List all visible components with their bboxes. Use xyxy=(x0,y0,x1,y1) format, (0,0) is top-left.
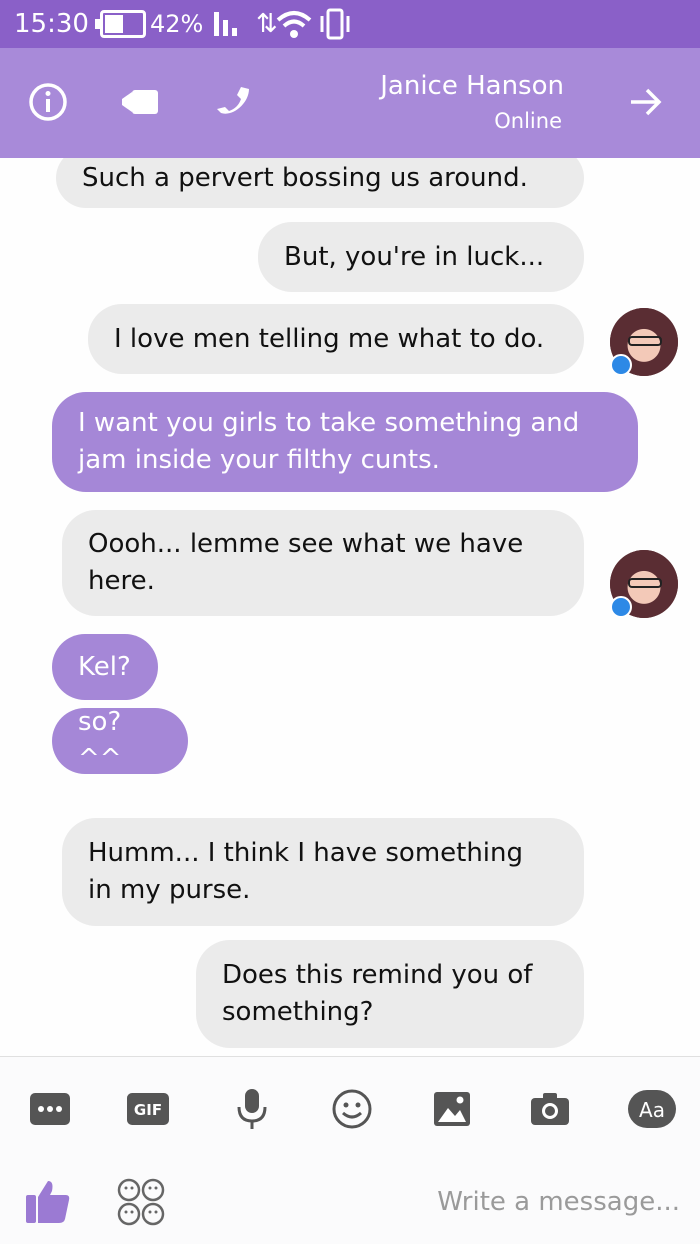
message-text: I love men telling me what to do. xyxy=(114,323,545,354)
gallery-icon xyxy=(434,1092,470,1126)
composer-toolbar: GIF Aa xyxy=(0,1056,700,1244)
signal-icon xyxy=(214,12,237,36)
camera-button[interactable] xyxy=(528,1087,572,1131)
message-text-line: something? xyxy=(222,997,374,1027)
contact-avatar[interactable] xyxy=(610,308,678,376)
voice-call-button[interactable] xyxy=(210,78,258,126)
thumbs-up-icon[interactable] xyxy=(24,1177,72,1225)
vibrate-icon xyxy=(320,8,350,40)
message-bubble-incoming[interactable]: Humm... I think I have something in my p… xyxy=(62,818,584,926)
reactions-grid-icon[interactable] xyxy=(116,1177,166,1227)
status-bar: 15:30 42% ⇅ xyxy=(0,0,700,48)
message-text: Kel? xyxy=(78,651,131,682)
message-text: But, you're in luck... xyxy=(284,241,545,272)
glasses-detail xyxy=(628,336,662,346)
message-text-line: jam inside your filthy cunts. xyxy=(78,445,440,475)
contact-status: Online xyxy=(494,109,562,133)
message-list[interactable]: Such a pervert bossing us around. But, y… xyxy=(0,158,700,1056)
forward-button[interactable] xyxy=(622,78,670,126)
message-bubble-outgoing[interactable]: Kel? xyxy=(52,634,158,700)
message-bubble-incoming[interactable]: Does this remind you of something? xyxy=(196,940,584,1048)
composer-row xyxy=(0,1159,700,1244)
battery-percent: 42% xyxy=(150,10,204,38)
camera-icon xyxy=(531,1093,569,1125)
message-bubble-incoming[interactable]: Oooh... lemme see what we have here. xyxy=(62,510,584,616)
message-bubble-outgoing[interactable]: so? ^^ xyxy=(52,707,188,774)
gif-button[interactable]: GIF xyxy=(126,1087,170,1131)
message-text-line: Humm... I think I have something xyxy=(88,838,524,868)
voice-message-button[interactable] xyxy=(230,1087,274,1131)
message-text: Such a pervert bossing us around. xyxy=(82,162,528,193)
more-icon xyxy=(30,1093,70,1125)
font-size-button[interactable]: Aa xyxy=(626,1087,678,1131)
video-call-button[interactable] xyxy=(116,78,164,126)
conversation-header: Janice Hanson Online xyxy=(0,48,700,158)
gif-label: GIF xyxy=(134,1101,162,1119)
message-text: so? ^^ xyxy=(78,707,122,774)
more-button[interactable] xyxy=(28,1087,72,1131)
data-arrows-icon: ⇅ xyxy=(256,9,278,39)
gallery-button[interactable] xyxy=(430,1087,474,1131)
message-text-line: here. xyxy=(88,566,155,596)
message-text-line: Oooh... lemme see what we have xyxy=(88,529,524,559)
status-time: 15:30 xyxy=(14,9,89,39)
message-text-line: Does this remind you of xyxy=(222,960,533,990)
forward-arrow-icon xyxy=(631,88,662,116)
message-text-line: I want you girls to take something and xyxy=(78,408,580,438)
message-bubble-incoming[interactable]: I love men telling me what to do. xyxy=(88,304,584,374)
info-button[interactable] xyxy=(24,78,72,126)
font-size-icon: Aa xyxy=(628,1090,676,1128)
message-bubble-incoming[interactable]: Such a pervert bossing us around. xyxy=(56,158,584,208)
emoji-icon xyxy=(332,1089,372,1129)
emoji-button[interactable] xyxy=(330,1087,374,1131)
info-icon xyxy=(29,83,67,121)
microphone-icon xyxy=(237,1089,267,1129)
message-bubble-outgoing[interactable]: I want you girls to take something and j… xyxy=(52,392,638,492)
message-text-line: in my purse. xyxy=(88,875,251,905)
battery-icon xyxy=(95,10,146,38)
contact-name: Janice Hanson xyxy=(380,71,564,101)
message-bubble-incoming[interactable]: But, you're in luck... xyxy=(258,222,584,292)
message-input[interactable] xyxy=(190,1181,680,1223)
font-size-label: Aa xyxy=(639,1098,665,1122)
video-call-icon xyxy=(122,90,158,114)
gif-icon: GIF xyxy=(127,1093,169,1125)
glasses-detail xyxy=(628,578,662,588)
wifi-icon xyxy=(276,11,312,38)
messenger-badge-icon xyxy=(610,354,632,376)
messenger-badge-icon xyxy=(610,596,632,618)
contact-avatar[interactable] xyxy=(610,550,678,618)
phone-icon xyxy=(217,87,249,114)
